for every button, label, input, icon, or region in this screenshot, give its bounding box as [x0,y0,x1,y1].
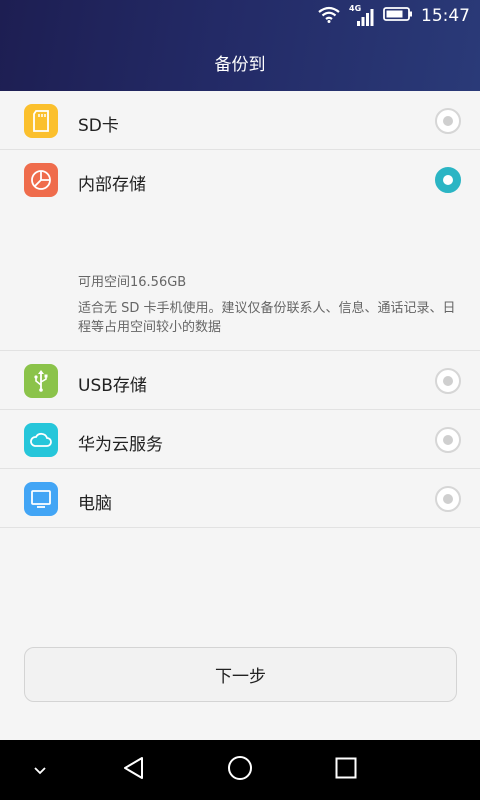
option-label: SD卡 [78,116,119,136]
radio-dot [443,376,453,386]
option-radio[interactable] [435,368,461,394]
usb-icon [24,364,58,398]
next-step-button[interactable]: 下一步 [24,647,457,702]
back-triangle-icon [122,756,146,784]
sd-card-icon [24,104,58,138]
radio-dot [443,494,453,504]
option-label: 华为云服务 [78,435,163,455]
option-label: USB存储 [78,376,147,396]
cloud-icon [24,423,58,457]
option-label: 内部存储 [78,175,146,195]
recents-square-icon [335,757,357,783]
option-radio[interactable] [435,167,461,193]
option-label: 电脑 [78,494,112,514]
option-usb-storage[interactable]: USB存储 [0,351,480,410]
chevron-down-icon [33,761,47,780]
option-sd-card[interactable]: SD卡 [0,91,480,150]
wifi-icon [317,5,341,27]
page-title: 备份到 [214,55,266,75]
pie-chart-icon [24,163,58,197]
home-button[interactable] [218,740,262,800]
option-computer[interactable]: 电脑 [0,469,480,528]
home-circle-icon [227,755,253,785]
status-time: 15:47 [421,6,470,26]
option-huawei-cloud[interactable]: 华为云服务 [0,410,480,469]
radio-dot [443,116,453,126]
option-radio[interactable] [435,427,461,453]
available-space-text: 可用空间16.56GB [78,275,187,290]
back-button[interactable] [112,740,156,800]
battery-icon [383,6,413,26]
navigation-bar [0,740,480,800]
option-internal-storage[interactable]: 内部存储 可用空间16.56GB 适合无 SD 卡手机使用。建议仅备份联系人、信… [0,150,480,351]
monitor-icon [24,482,58,516]
radio-dot [443,175,453,185]
hide-nav-button[interactable] [20,740,60,800]
signal-icon: 4G [349,4,375,27]
status-bar: 4G 15:47 [0,0,480,32]
storage-note-text: 适合无 SD 卡手机使用。建议仅备份联系人、信息、通话记录、日程等占用空间较小的… [78,301,456,335]
radio-dot [443,435,453,445]
app-header: 4G 15:47 备份到 [0,0,480,91]
option-radio[interactable] [435,486,461,512]
option-radio[interactable] [435,108,461,134]
backup-target-list: SD卡 内部存储 可用空间16.56GB 适合无 SD 卡手机使用。建议仅备份联… [0,91,480,528]
recents-button[interactable] [324,740,368,800]
